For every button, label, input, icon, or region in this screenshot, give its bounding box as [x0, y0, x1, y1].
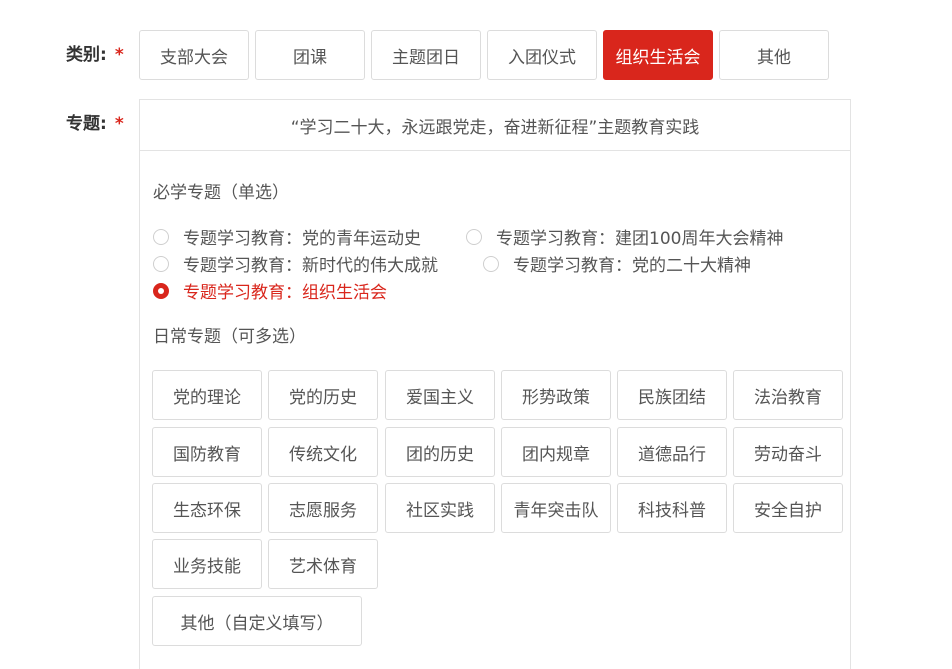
radio-circle: [153, 228, 169, 245]
radio-label: 专题学习教育：组织生活会: [183, 283, 387, 303]
tag-arts-sports[interactable]: 艺术体育: [268, 539, 378, 589]
tag-professional-skills[interactable]: 业务技能: [152, 539, 262, 589]
radio-centennial-spirit[interactable]: 专题学习教育：建团100周年大会精神: [466, 224, 783, 249]
tag-labor-striving[interactable]: 劳动奋斗: [733, 427, 843, 477]
radio-twentieth-congress-spirit[interactable]: 专题学习教育：党的二十大精神: [483, 251, 751, 276]
tag-safety-self-protection[interactable]: 安全自护: [733, 483, 843, 533]
radio-circle: [483, 255, 499, 272]
tag-traditional-culture[interactable]: 传统文化: [268, 427, 378, 477]
radio-label: 专题学习教育：新时代的伟大成就: [183, 256, 438, 276]
radio-label: 专题学习教育：党的二十大精神: [513, 256, 751, 276]
category-option-theme-day[interactable]: 主题团日: [371, 30, 481, 80]
tag-league-history[interactable]: 团的历史: [385, 427, 495, 477]
daily-topic-section-title: 日常专题（可多选）: [153, 327, 306, 347]
tag-ecology[interactable]: 生态环保: [152, 483, 262, 533]
tag-moral-conduct[interactable]: 道德品行: [617, 427, 727, 477]
radio-circle-checked: [153, 282, 169, 299]
tag-science-popularization[interactable]: 科技科普: [617, 483, 727, 533]
category-option-org-life-meeting[interactable]: 组织生活会: [603, 30, 713, 80]
topic-title: “学习二十大，永远跟党走，奋进新征程”主题教育实践: [140, 100, 850, 151]
radio-label: 专题学习教育：党的青年运动史: [183, 229, 421, 249]
tag-ethnic-unity[interactable]: 民族团结: [617, 370, 727, 420]
category-label-text: 类别:: [66, 45, 107, 65]
category-required-mark: *: [114, 45, 124, 65]
tag-situation-policy[interactable]: 形势政策: [501, 370, 611, 420]
category-label: 类别: *: [66, 45, 124, 65]
radio-org-life-meeting[interactable]: 专题学习教育：组织生活会: [153, 278, 387, 303]
tag-rule-of-law[interactable]: 法治教育: [733, 370, 843, 420]
radio-new-era-achievements[interactable]: 专题学习教育：新时代的伟大成就: [153, 251, 438, 276]
radio-youth-movement-history[interactable]: 专题学习教育：党的青年运动史: [153, 224, 421, 249]
topic-label-text: 专题:: [66, 114, 107, 134]
topic-label: 专题: *: [66, 114, 124, 134]
category-option-branch-meeting[interactable]: 支部大会: [139, 30, 249, 80]
tag-youth-commando[interactable]: 青年突击队: [501, 483, 611, 533]
tag-party-history[interactable]: 党的历史: [268, 370, 378, 420]
radio-label: 专题学习教育：建团100周年大会精神: [496, 229, 784, 249]
topic-panel: “学习二十大，永远跟党走，奋进新征程”主题教育实践 必学专题（单选） 专题学习教…: [139, 99, 851, 669]
category-option-league-lesson[interactable]: 团课: [255, 30, 365, 80]
tag-party-theory[interactable]: 党的理论: [152, 370, 262, 420]
tag-other-custom[interactable]: 其他（自定义填写）: [152, 596, 362, 646]
tag-league-rules[interactable]: 团内规章: [501, 427, 611, 477]
category-option-other[interactable]: 其他: [719, 30, 829, 80]
required-topic-section-title: 必学专题（单选）: [153, 183, 289, 203]
radio-circle: [466, 228, 482, 245]
topic-required-mark: *: [114, 114, 124, 134]
radio-circle: [153, 255, 169, 272]
tag-volunteer-service[interactable]: 志愿服务: [268, 483, 378, 533]
tag-national-defense[interactable]: 国防教育: [152, 427, 262, 477]
tag-community-practice[interactable]: 社区实践: [385, 483, 495, 533]
category-option-joining-ceremony[interactable]: 入团仪式: [487, 30, 597, 80]
tag-patriotism[interactable]: 爱国主义: [385, 370, 495, 420]
